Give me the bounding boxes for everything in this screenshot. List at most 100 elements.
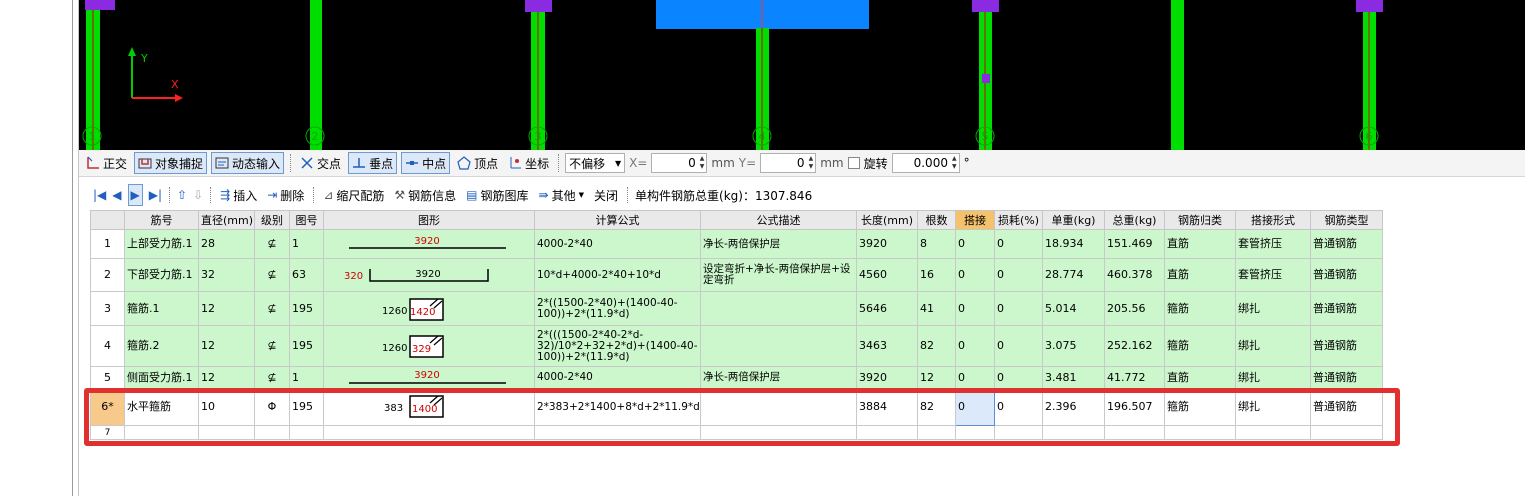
cell-category[interactable]: 直筋 [1164,229,1236,259]
cell-formula[interactable]: 2*383+2*1400+8*d+2*11.9*d [534,388,701,426]
cell-formula[interactable]: 10*d+4000-2*40+10*d [534,258,701,292]
cell-unit-weight[interactable] [1042,425,1105,440]
cell-fig-no[interactable] [289,425,324,440]
rotate-input[interactable]: 0.000 ▲ ▼ [891,153,960,173]
last-record-icon[interactable]: ▶| [149,188,162,202]
cell-unit-weight[interactable]: 28.774 [1042,258,1105,292]
cell-lap-form[interactable]: 绑扎 [1235,366,1311,389]
cell-total-weight[interactable]: 460.378 [1104,258,1165,292]
cell-count[interactable]: 82 [917,325,956,367]
cell-rebar-type[interactable] [1310,425,1383,440]
header-total-weight[interactable]: 总重(kg) [1104,210,1165,230]
cell-unit-weight[interactable]: 3.075 [1042,325,1105,367]
cell-category[interactable]: 直筋 [1164,366,1236,389]
cell-shape[interactable]: 3920 [323,366,535,389]
table-row[interactable]: 4 箍筋.2 12 ⊈ 195 329 1260 2*(((1500-2*40-… [90,325,1383,367]
cell-unit-weight[interactable]: 18.934 [1042,229,1105,259]
cell-length[interactable]: 3920 [856,366,918,389]
cell-formula-desc[interactable]: 设定弯折+净长-两倍保护层+设定弯折 [700,258,857,292]
cell-grade[interactable]: Φ [254,388,290,426]
header-bar-no[interactable]: 筋号 [124,210,199,230]
cell-count[interactable]: 12 [917,366,956,389]
cell-total-weight[interactable]: 41.772 [1104,366,1165,389]
cell-category[interactable]: 箍筋 [1164,388,1236,426]
cell-fig-no[interactable]: 195 [289,388,324,426]
first-record-icon[interactable]: |◀ [93,188,106,202]
dynamic-input-button[interactable]: 动态输入 [211,152,285,174]
cell-bar-no[interactable]: 侧面受力筋.1 [124,366,199,389]
table-row[interactable]: 5 侧面受力筋.1 12 ⊈ 1 3920 4000-2*40 净长-两倍保护层… [90,366,1383,389]
cell-total-weight[interactable]: 196.507 [1104,388,1165,426]
cell-grade[interactable]: ⊈ [254,366,290,389]
row-number[interactable]: 5 [90,366,125,389]
cell-formula[interactable]: 4000-2*40 [534,229,701,259]
cell-lap-form[interactable]: 套管挤压 [1235,258,1311,292]
close-button[interactable]: 关闭 [592,184,620,206]
cell-grade[interactable]: ⊈ [254,291,290,326]
cell-shape[interactable]: 1420 1260 [323,291,535,326]
cell-count[interactable]: 41 [917,291,956,326]
y-input[interactable]: 0 ▲ ▼ [760,153,817,173]
cell-fig-no[interactable]: 63 [289,258,324,292]
table-row-selected[interactable]: 6* 水平箍筋 10 Φ 195 1400 383 2*383+2*1400+8… [90,388,1383,426]
cell-lap[interactable] [955,425,995,440]
header-lap-form[interactable]: 搭接形式 [1235,210,1311,230]
cell-unit-weight[interactable]: 2.396 [1042,388,1105,426]
cell-fig-no[interactable]: 195 [289,325,324,367]
cell-unit-weight[interactable]: 3.481 [1042,366,1105,389]
cell-category[interactable]: 箍筋 [1164,325,1236,367]
cell-lap[interactable]: 0 [955,291,995,326]
cell-lap-form[interactable]: 套管挤压 [1235,229,1311,259]
table-row[interactable]: 1 上部受力筋.1 28 ⊈ 1 3920 4000-2*40 净长-两倍保护层… [90,229,1383,259]
cell-grade[interactable]: ⊈ [254,325,290,367]
offset-select[interactable]: 不偏移 ▼ [565,153,626,173]
row-number[interactable]: 4 [90,325,125,367]
ortho-button[interactable]: 正交 [83,152,130,174]
cell-length[interactable]: 4560 [856,258,918,292]
cell-shape[interactable]: 329 1260 [323,325,535,367]
cell-count[interactable]: 8 [917,229,956,259]
vertex-button[interactable]: 顶点 [454,152,501,174]
cell-lap-form[interactable] [1235,425,1311,440]
header-length[interactable]: 长度(mm) [856,210,918,230]
coordinate-button[interactable]: 坐标 [505,152,552,174]
cell-diameter[interactable]: 12 [198,366,255,389]
cell-formula-desc[interactable] [700,325,857,367]
cell-category[interactable]: 直筋 [1164,258,1236,292]
cell-formula[interactable]: 4000-2*40 [534,366,701,389]
cell-category[interactable]: 箍筋 [1164,291,1236,326]
cell-diameter[interactable]: 10 [198,388,255,426]
cell-formula-desc[interactable]: 净长-两倍保护层 [700,366,857,389]
cell-formula[interactable]: 2*((1500-2*40)+(1400-40-100))+2*(11.9*d) [534,291,701,326]
header-unit-weight[interactable]: 单重(kg) [1042,210,1105,230]
cell-bar-no[interactable] [124,425,199,440]
cell-shape[interactable]: 1400 383 [323,388,535,426]
cell-formula-desc[interactable]: 净长-两倍保护层 [700,229,857,259]
cell-rebar-type[interactable]: 普通钢筋 [1310,258,1383,292]
cell-fig-no[interactable]: 195 [289,291,324,326]
cell-bar-no[interactable]: 水平箍筋 [124,388,199,426]
cell-bar-no[interactable]: 上部受力筋.1 [124,229,199,259]
cad-viewport[interactable]: 1 2 3 4 5 6 Y X [79,0,1525,150]
cell-formula[interactable]: 2*(((1500-2*40-2*d-32)/10*2+32+2*d)+(140… [534,325,701,367]
cell-total-weight[interactable]: 205.56 [1104,291,1165,326]
table-row[interactable]: 3 箍筋.1 12 ⊈ 195 1420 1260 2*((1500-2*40)… [90,291,1383,326]
prev-record-icon[interactable]: ◀ [112,188,121,202]
spin-arrows-icon[interactable]: ▲ ▼ [809,155,814,171]
cell-lap[interactable]: 0 [955,366,995,389]
cell-bar-no[interactable]: 箍筋.2 [124,325,199,367]
midpoint-button[interactable]: 中点 [401,152,451,174]
move-down-icon[interactable]: ⇩ [193,188,203,202]
spin-arrows-icon[interactable]: ▲ ▼ [700,155,705,171]
cell-lap-form[interactable]: 绑扎 [1235,291,1311,326]
cell-length[interactable]: 5646 [856,291,918,326]
rebar-library-button[interactable]: ▤ 钢筋图库 [464,184,530,206]
cell-shape[interactable]: 3920 320 [323,258,535,292]
cell-fig-no[interactable]: 1 [289,229,324,259]
header-rebar-type[interactable]: 钢筋类型 [1310,210,1383,230]
insert-button[interactable]: ⇶ 插入 [218,184,259,206]
cell-category[interactable] [1164,425,1236,440]
intersection-button[interactable]: 交点 [297,152,344,174]
cell-lap[interactable]: 0 [955,258,995,292]
rotate-checkbox[interactable] [847,157,860,169]
